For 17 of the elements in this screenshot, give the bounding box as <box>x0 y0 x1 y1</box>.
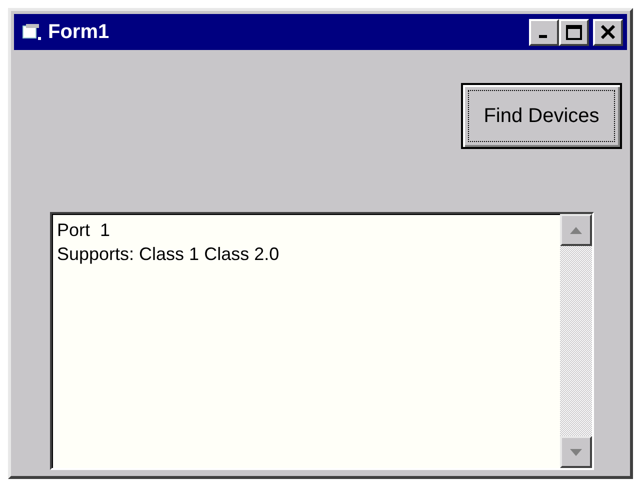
minimize-button[interactable] <box>529 18 559 46</box>
minimize-icon <box>538 35 546 38</box>
scroll-up-button[interactable] <box>560 214 592 246</box>
scroll-down-button[interactable] <box>560 436 592 468</box>
app-icon <box>22 23 42 41</box>
window-title: Form1 <box>48 20 110 45</box>
output-line: Port 1 <box>57 219 112 242</box>
maximize-icon <box>566 24 582 40</box>
close-icon <box>600 25 616 39</box>
find-devices-button[interactable]: Find Devices <box>461 83 622 149</box>
output-line: Supports: Class 1 Class 2.0 <box>57 243 280 266</box>
down-arrow-icon <box>570 448 582 456</box>
scrollbar[interactable] <box>560 214 592 468</box>
close-button[interactable] <box>593 18 623 46</box>
output-list[interactable]: Port 1 Supports: Class 1 Class 2.0 <box>50 212 594 470</box>
up-arrow-icon <box>570 226 582 234</box>
maximize-button[interactable] <box>559 18 589 46</box>
